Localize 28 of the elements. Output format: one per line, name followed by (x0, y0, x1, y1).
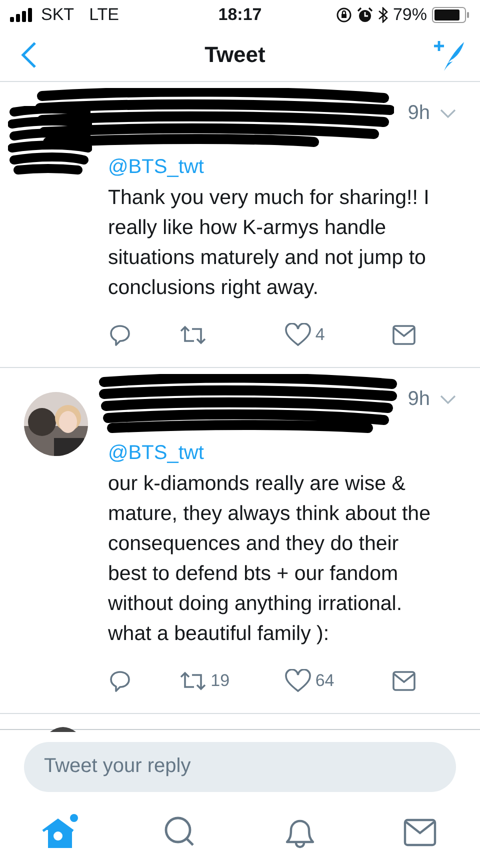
clock: 18:17 (218, 4, 262, 25)
rotation-lock-icon (336, 6, 352, 23)
mail-icon[interactable] (392, 670, 416, 692)
alarm-icon (356, 6, 373, 23)
heart-icon[interactable] (285, 668, 312, 693)
reply-icon[interactable] (108, 322, 132, 347)
battery-icon (432, 6, 470, 23)
like-count: 64 (315, 670, 334, 691)
carrier: SKT (41, 4, 74, 25)
mention-link[interactable]: @BTS_twt (108, 442, 204, 464)
retweet-icon[interactable] (178, 670, 207, 692)
like-count: 4 (315, 324, 325, 345)
retweet-count: 19 (210, 670, 230, 691)
reply-field[interactable]: Tweet your reply (24, 742, 456, 792)
tweet-time: 9h (408, 388, 430, 412)
mail-icon[interactable] (392, 324, 416, 346)
battery-percent: 79% (392, 4, 427, 25)
mention-link[interactable]: @BTS_twt (108, 156, 204, 178)
page-title: Tweet (204, 42, 266, 68)
heart-icon[interactable] (285, 322, 312, 347)
tweet-time: 9h (408, 102, 430, 126)
tweet-text: Thank you very much for sharing!! I really like how K-armys handle situations maturely and not jump to conclusions right away. (108, 184, 430, 301)
reply-icon[interactable] (108, 668, 132, 693)
network-type: LTE (89, 4, 119, 25)
bluetooth-icon (378, 6, 388, 23)
back-button[interactable] (20, 40, 38, 69)
tweet-text: our k-diamonds really are wise & mature, they always think about the consequences and they do their best to defend bts + our fandom without doing anything irrational. what a beautiful family ): (108, 470, 432, 647)
retweet-icon[interactable] (178, 324, 207, 346)
